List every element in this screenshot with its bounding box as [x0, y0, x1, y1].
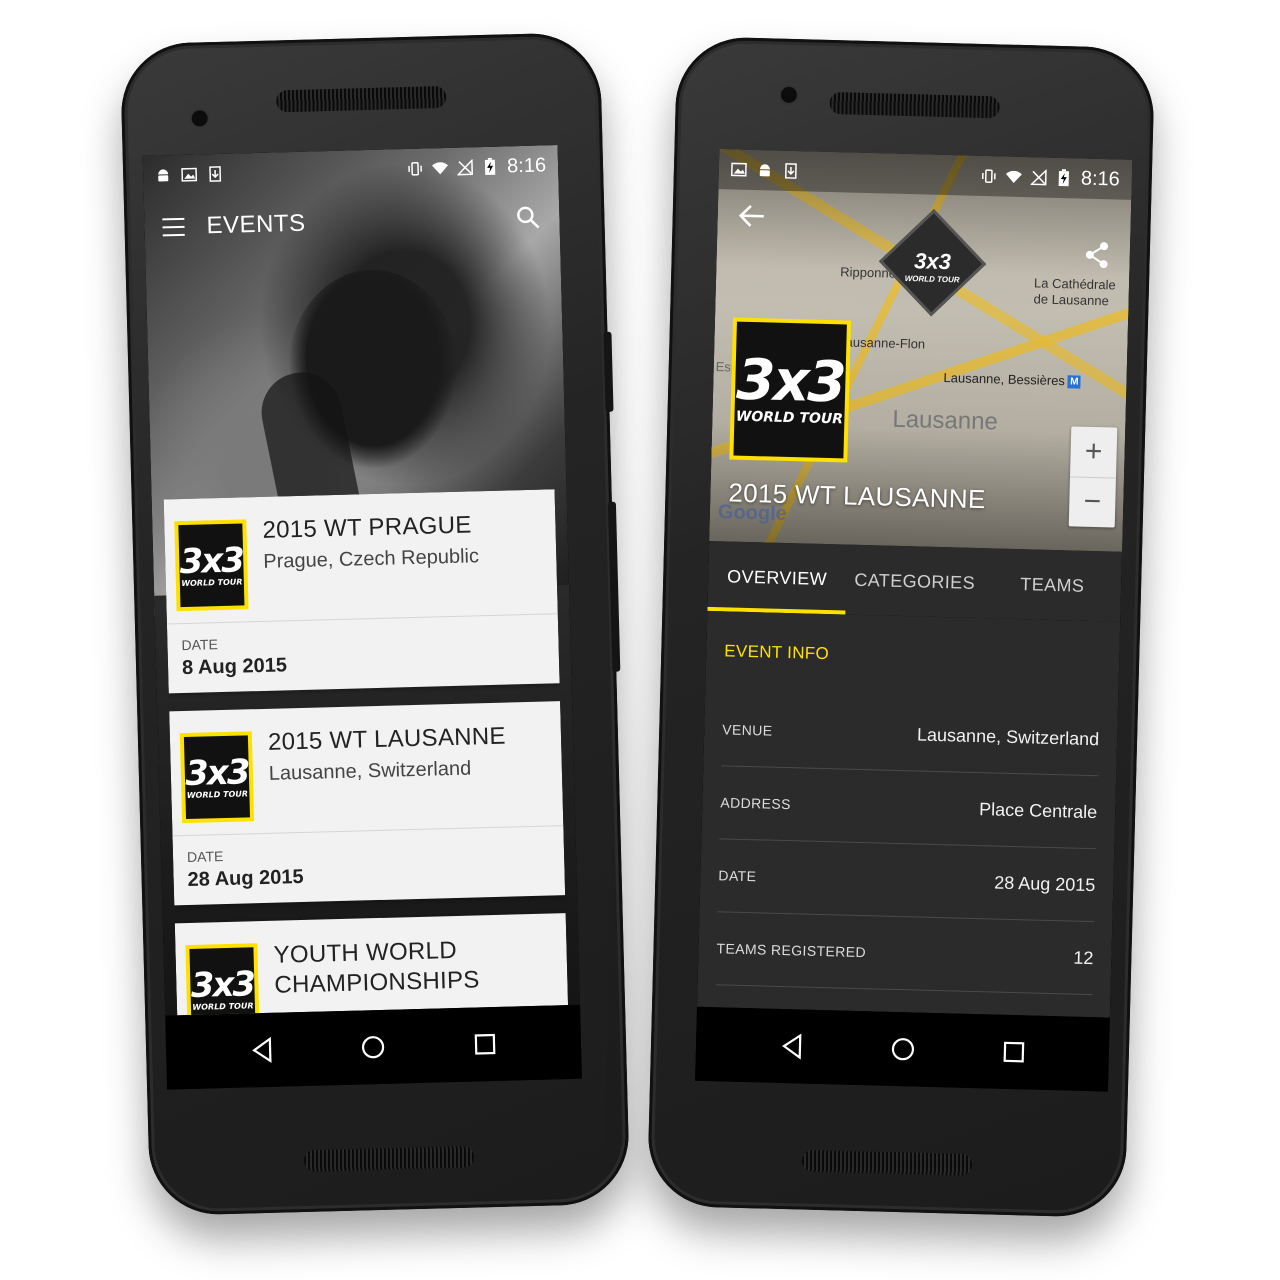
event-detail-screen: RipponneM La Cathédrale de Lausanne Laus…	[695, 149, 1133, 1092]
bottom-speaker	[801, 1149, 973, 1177]
info-row-address: ADDRESS Place Centrale	[719, 766, 1099, 850]
info-row-date: DATE 28 Aug 2015	[717, 839, 1097, 923]
info-label: TEAMS REGISTERED	[716, 940, 867, 961]
wifi-icon	[1005, 169, 1022, 185]
status-time: 8:16	[506, 153, 547, 177]
event-logo: 3x3 WORLD TOUR	[729, 317, 852, 463]
section-title: EVENT INFO	[724, 641, 830, 664]
battery-charging-icon	[482, 157, 498, 175]
event-date-label: DATE	[181, 636, 218, 654]
card-divider	[166, 613, 558, 625]
venue-map[interactable]: RipponneM La Cathédrale de Lausanne Laus…	[709, 149, 1133, 552]
info-row-venue: VENUE Lausanne, Switzerland	[721, 693, 1101, 777]
event-name: 2015 WT PRAGUE	[262, 511, 472, 544]
phone-right: RipponneM La Cathédrale de Lausanne Laus…	[646, 35, 1156, 1219]
android-icon	[757, 162, 773, 178]
image-icon	[730, 161, 747, 177]
share-icon[interactable]	[1083, 241, 1110, 270]
event-date-label: DATE	[186, 848, 224, 865]
image-icon	[181, 167, 198, 183]
top-speaker	[275, 85, 447, 113]
hamburger-menu-icon[interactable]	[162, 217, 185, 237]
event-name: 2015 WT LAUSANNE	[267, 722, 507, 756]
status-time: 8:16	[1080, 167, 1121, 191]
android-icon	[155, 167, 171, 183]
tab-teams[interactable]: TEAMS	[983, 548, 1122, 622]
zoom-out-button[interactable]: −	[1069, 477, 1116, 528]
tab-overview[interactable]: OVERVIEW	[707, 541, 846, 615]
zoom-in-button[interactable]: +	[1069, 426, 1118, 479]
front-camera	[780, 86, 798, 104]
info-label: VENUE	[722, 721, 773, 739]
vibrate-icon	[407, 161, 423, 177]
info-value: Lausanne, Switzerland	[916, 723, 1100, 749]
no-signal-icon	[1030, 169, 1047, 186]
map-label: La Cathédrale de Lausanne	[1033, 275, 1116, 309]
3x3-world-tour-logo: 3x3 WORLD TOUR	[174, 519, 249, 612]
event-card-prague[interactable]: 3x3 WORLD TOUR 2015 WT PRAGUE Prague, Cz…	[163, 489, 560, 694]
navigation-bar	[695, 1006, 1110, 1092]
back-arrow-icon[interactable]	[737, 202, 766, 231]
download-icon	[207, 166, 223, 182]
card-divider	[172, 825, 564, 837]
info-row-teams-registered: TEAMS REGISTERED 12	[715, 912, 1095, 996]
tab-categories[interactable]: CATEGORIES	[845, 545, 984, 619]
event-card-youth[interactable]: 3x3 WORLD TOUR YOUTH WORLD CHAMPIONSHIPS	[174, 913, 569, 1016]
events-screen: 8:16 EVENTS 3x3 WORLD TOUR 2015 WT PRAGU…	[142, 145, 582, 1090]
power-button	[607, 501, 621, 672]
event-list: 3x3 WORLD TOUR 2015 WT PRAGUE Prague, Cz…	[163, 489, 569, 1016]
top-speaker	[829, 91, 1000, 119]
map-marker-logo-text: 3x3	[913, 248, 952, 275]
recents-nav-icon[interactable]	[468, 1027, 503, 1062]
recents-nav-icon[interactable]	[996, 1035, 1031, 1070]
info-label: DATE	[718, 867, 757, 885]
overview-content: EVENT INFO VENUE Lausanne, Switzerland A…	[696, 610, 1121, 1018]
vibrate-icon	[981, 168, 997, 184]
map-zoom-control: + −	[1068, 426, 1118, 528]
search-icon[interactable]	[515, 205, 542, 232]
info-label: ADDRESS	[720, 794, 792, 813]
navigation-bar	[165, 1004, 582, 1090]
home-nav-icon[interactable]	[885, 1032, 920, 1067]
event-card-lausanne[interactable]: 3x3 WORLD TOUR 2015 WT LAUSANNE Lausanne…	[169, 701, 566, 906]
front-camera	[191, 110, 208, 127]
event-location: Lausanne, Switzerland	[268, 757, 472, 785]
event-date: 8 Aug 2015	[181, 654, 288, 680]
page-title: EVENTS	[206, 209, 306, 240]
info-value: 12	[1073, 947, 1094, 968]
app-bar: EVENTS	[144, 185, 561, 260]
detail-tabs: OVERVIEW CATEGORIES TEAMS	[707, 540, 1123, 622]
info-value: Place Centrale	[978, 798, 1098, 822]
map-label: Lausanne-Flon	[838, 334, 926, 352]
map-city-label: Lausanne	[892, 405, 999, 436]
3x3-world-tour-logo: 3x3 WORLD TOUR	[185, 943, 260, 1016]
wifi-icon	[432, 160, 449, 176]
home-nav-icon[interactable]	[356, 1030, 391, 1065]
volume-button	[603, 331, 614, 412]
back-nav-icon[interactable]	[245, 1033, 280, 1068]
event-location: Prague, Czech Republic	[263, 545, 480, 573]
bottom-speaker	[303, 1145, 475, 1173]
phone-left: 8:16 EVENTS 3x3 WORLD TOUR 2015 WT PRAGU…	[119, 31, 631, 1217]
battery-charging-icon	[1056, 169, 1072, 187]
3x3-world-tour-logo: 3x3 WORLD TOUR	[179, 731, 255, 824]
event-name: YOUTH WORLD CHAMPIONSHIPS	[273, 936, 480, 999]
no-signal-icon	[456, 159, 474, 176]
info-value: 28 Aug 2015	[993, 872, 1096, 895]
download-icon	[783, 163, 799, 179]
event-date: 28 Aug 2015	[187, 865, 304, 891]
back-nav-icon[interactable]	[774, 1029, 809, 1064]
